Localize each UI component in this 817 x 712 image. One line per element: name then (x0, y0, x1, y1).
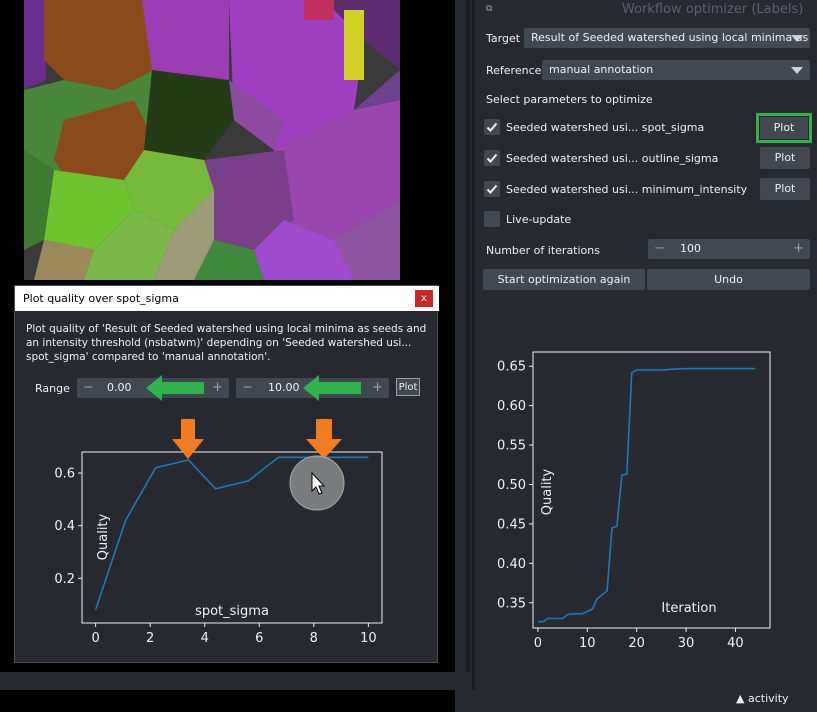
x-tick-label: 4 (201, 631, 209, 646)
segmentation-label-image (24, 0, 400, 280)
green-arrow-left-icon (303, 375, 361, 401)
check-icon (486, 153, 498, 163)
plus-icon[interactable]: + (372, 378, 383, 398)
target-label: Target (486, 32, 521, 45)
y-tick-label: 0.40 (497, 557, 526, 572)
dialog-plot-button[interactable]: Plot (396, 378, 420, 396)
x-tick-label: 30 (678, 636, 695, 651)
y-tick-label: 0.35 (497, 596, 526, 611)
dock-float-icon[interactable]: ⧉ (486, 4, 492, 14)
param-checkbox-outline-sigma[interactable] (484, 150, 500, 166)
reference-label: Reference (486, 64, 542, 77)
param-label: Seeded watershed usi... minimum_intensit… (506, 183, 748, 196)
series-line (537, 367, 756, 623)
plot-button-outline-sigma[interactable]: Plot (760, 147, 810, 169)
iterations-spinbox[interactable]: − 100 + (648, 239, 810, 259)
range-max-value: 10.00 (268, 381, 300, 394)
dialog-description: Plot quality of 'Result of Seeded waters… (26, 323, 427, 363)
live-update-label: Live-update (506, 213, 572, 226)
iterations-label: Number of iterations (486, 244, 600, 257)
reference-value: manual annotation (549, 63, 654, 76)
x-tick-label: 0 (91, 631, 99, 646)
dialog-title-bar[interactable]: Plot quality over spot_sigma x (15, 286, 439, 311)
y-tick-label: 0.2 (54, 572, 75, 587)
orange-arrow-down-icon (306, 419, 342, 459)
check-icon (486, 122, 498, 132)
plot-button-spot-sigma[interactable]: Plot (760, 117, 808, 139)
y-tick-label: 0.50 (497, 478, 526, 493)
caret-up-icon: ▲ (736, 692, 745, 705)
activity-button[interactable]: ▲ activity (736, 692, 789, 705)
x-tick-label: 10 (360, 631, 377, 646)
plot-button-minimum-intensity[interactable]: Plot (760, 178, 810, 200)
panel-title: Workflow optimizer (Labels) (622, 2, 804, 17)
orange-arrow-down-icon (172, 419, 204, 459)
y-tick-label: 0.55 (497, 439, 526, 454)
mouse-cursor-icon (289, 455, 345, 511)
y-axis-label: Quality (96, 513, 111, 560)
dialog-title: Plot quality over spot_sigma (23, 292, 179, 305)
y-tick-label: 0.4 (54, 519, 75, 534)
y-tick-label: 0.45 (497, 517, 526, 532)
target-combobox[interactable]: Result of Seeded watershed using local m… (524, 28, 810, 48)
x-tick-label: 6 (255, 631, 263, 646)
dock-splitter[interactable] (466, 0, 470, 690)
plot-frame (532, 351, 771, 629)
range-min-value: 0.00 (107, 381, 132, 394)
param-checkbox-minimum-intensity[interactable] (484, 181, 500, 197)
iterations-value: 100 (680, 242, 701, 255)
close-button[interactable]: x (415, 290, 433, 307)
x-tick-label: 40 (727, 636, 744, 651)
minus-icon[interactable]: − (83, 378, 94, 398)
select-params-label: Select parameters to optimize (486, 93, 653, 106)
green-arrow-left-icon (146, 375, 204, 401)
param-label: Seeded watershed usi... outline_sigma (506, 152, 719, 165)
x-tick-label: 8 (310, 631, 318, 646)
param-checkbox-spot-sigma[interactable] (484, 119, 500, 135)
chevron-down-icon (791, 35, 803, 42)
status-strip (0, 672, 475, 690)
plus-icon[interactable]: + (793, 239, 804, 259)
plus-icon[interactable]: + (212, 378, 223, 398)
activity-label: activity (747, 692, 789, 705)
reference-combobox[interactable]: manual annotation (542, 60, 810, 80)
param-label: Seeded watershed usi... spot_sigma (506, 121, 705, 134)
x-tick-label: 10 (579, 636, 596, 651)
undo-button[interactable]: Undo (647, 269, 810, 290)
panel-border (472, 0, 475, 690)
spot-sigma-quality-chart: 0.2 0.4 0.6 0 2 4 6 8 10 spot_sigma Quality (54, 451, 383, 646)
target-value: Result of Seeded watershed using local m… (531, 31, 810, 44)
chevron-down-icon (791, 67, 803, 74)
x-axis-label: Iteration (661, 601, 716, 616)
minus-icon[interactable]: − (242, 378, 253, 398)
x-tick-label: 2 (146, 631, 154, 646)
y-axis-label: Quality (540, 468, 555, 515)
y-tick-label: 0.60 (497, 399, 526, 414)
x-tick-label: 20 (628, 636, 645, 651)
start-optimization-button[interactable]: Start optimization again (483, 269, 645, 290)
live-update-checkbox[interactable] (484, 211, 500, 227)
y-tick-label: 0.65 (497, 360, 526, 375)
minus-icon[interactable]: − (654, 239, 665, 259)
check-icon (486, 184, 498, 194)
x-tick-label: 0 (534, 636, 542, 651)
range-label: Range (35, 382, 70, 395)
iteration-quality-chart: 0.35 0.40 0.45 0.50 0.55 0.60 0.65 0 10 20 30 40 It… (497, 351, 771, 651)
x-axis-label: spot_sigma (195, 604, 269, 619)
y-tick-label: 0.6 (54, 467, 75, 482)
